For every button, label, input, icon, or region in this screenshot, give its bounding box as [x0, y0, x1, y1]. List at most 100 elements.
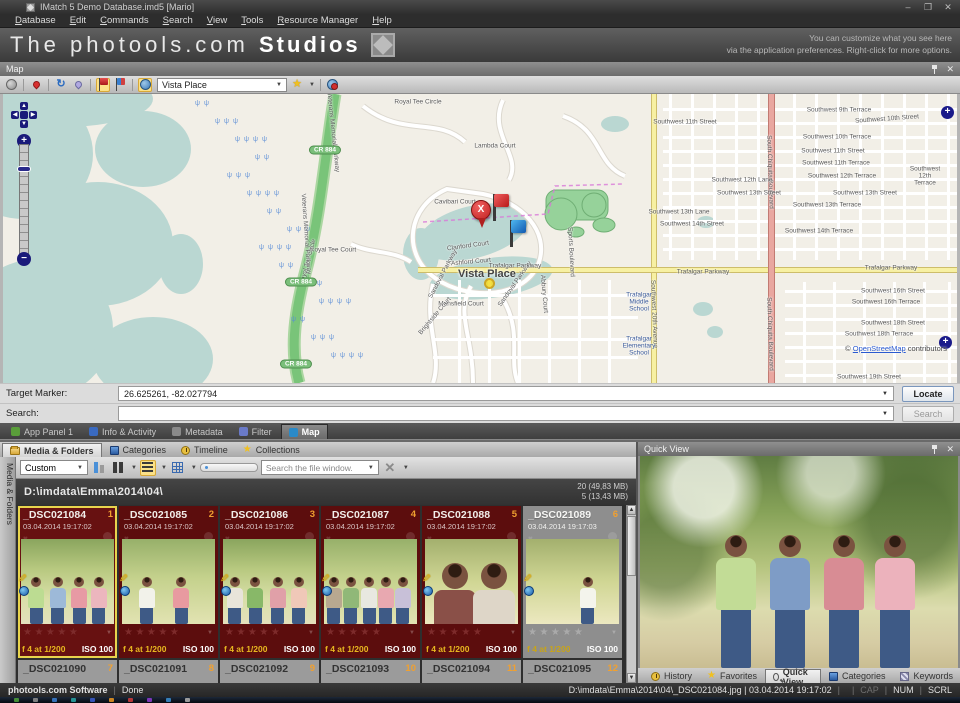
file-tab-media-folders[interactable]: Media & Folders: [2, 443, 102, 457]
thumbnail-_DSC021092[interactable]: _DSC021092 9: [220, 660, 319, 683]
pin-panel-icon[interactable]: [931, 64, 938, 74]
taskbar-app-icon[interactable]: [109, 698, 114, 702]
red-flag-marker[interactable]: [490, 194, 509, 222]
group-columns-icon[interactable]: [110, 460, 126, 476]
zoom-handle[interactable]: [17, 166, 31, 172]
rating-stars[interactable]: ★★★★★: [326, 627, 383, 638]
close-panel-icon[interactable]: ✕: [946, 64, 954, 75]
map-canvas[interactable]: ψψ ψψψ ψψψψ ψψ ψψψ ψψψψ ψψ ψψψ ψψψψ ψψ ψψψψ ψψ ψψψ ψψ…: [0, 94, 960, 383]
taskbar-app-icon[interactable]: [166, 698, 171, 702]
layout-dropdown-icon[interactable]: ▼: [161, 465, 167, 471]
scroll-down-icon[interactable]: ▼: [627, 673, 636, 683]
menu-resource-manager[interactable]: Resource Manager: [270, 15, 365, 26]
media-folders-side-tab[interactable]: Media & Folders: [0, 457, 16, 683]
scrollbar-thumb[interactable]: [627, 516, 636, 576]
qv-tab-keywords[interactable]: Keywords: [893, 669, 960, 683]
view-preset-combo[interactable]: Custom ▼: [20, 460, 88, 475]
vertical-scrollbar[interactable]: ▲ ▼: [626, 505, 636, 683]
qv-pin-icon[interactable]: [931, 444, 938, 454]
map-search-button[interactable]: Search: [902, 405, 954, 422]
rating-dropdown-icon[interactable]: ▼: [207, 630, 213, 636]
show-markers-icon[interactable]: [96, 77, 110, 92]
thumbnail-_DSC021086[interactable]: _DSC021086303.04.2014 19:17:02♥✎★★★★★▼f …: [220, 506, 319, 658]
windows-taskbar[interactable]: [0, 697, 960, 703]
menu-commands[interactable]: Commands: [93, 15, 156, 26]
grid-layout-icon[interactable]: [170, 460, 186, 476]
thumbnail-_DSC021093[interactable]: _DSC021093 10: [321, 660, 420, 683]
taskbar-app-icon[interactable]: [90, 698, 95, 702]
taskbar-app-icon[interactable]: [52, 698, 57, 702]
folder-path[interactable]: D:\imdata\Emma\2014\04\: [24, 486, 577, 498]
menu-help[interactable]: Help: [365, 15, 399, 26]
search-options-icon[interactable]: ▼: [403, 465, 409, 471]
map-settings-icon[interactable]: [4, 78, 18, 92]
qv-tab-favorites[interactable]: ★ Favorites: [700, 669, 764, 683]
thumbnail-_DSC021085[interactable]: _DSC021085203.04.2014 19:17:02♥✎★★★★★▼f …: [119, 506, 218, 658]
taskbar-app-icon[interactable]: [128, 698, 133, 702]
qv-close-icon[interactable]: ✕: [946, 444, 954, 455]
menu-database[interactable]: Database: [8, 15, 63, 26]
list-layout-icon[interactable]: [139, 459, 156, 476]
menu-search[interactable]: Search: [156, 15, 200, 26]
dock-tab-app-panel-1[interactable]: App Panel 1: [4, 424, 80, 439]
rating-dropdown-icon[interactable]: ▼: [409, 630, 415, 636]
add-marker-icon[interactable]: [29, 78, 43, 92]
dock-tab-metadata[interactable]: Metadata: [165, 424, 230, 439]
menu-edit[interactable]: Edit: [63, 15, 93, 26]
show-all-markers-icon[interactable]: [113, 78, 127, 92]
qv-tab-categories[interactable]: Categories: [822, 669, 893, 683]
sync-map-icon[interactable]: ↻: [54, 78, 68, 92]
map-compass[interactable]: ▲ ▼ ◀ ▶: [11, 102, 37, 128]
thumbnail-size-slider[interactable]: [199, 463, 258, 472]
clear-search-icon[interactable]: ✕: [382, 460, 398, 476]
location-combo[interactable]: Vista Place ▼: [157, 77, 287, 92]
minimize-button[interactable]: –: [900, 2, 916, 12]
thumbnail-_DSC021087[interactable]: _DSC021087403.04.2014 19:17:02♥✎★★★★★▼f …: [321, 506, 420, 658]
geotag-icon[interactable]: [326, 78, 340, 92]
map-search-input[interactable]: ▼: [118, 406, 894, 421]
thumbnail-_DSC021088[interactable]: _DSC021088503.04.2014 19:17:02♥✎★★★★★▼f …: [422, 506, 521, 658]
dock-tab-map[interactable]: Map: [280, 424, 328, 439]
taskbar-app-icon[interactable]: [33, 698, 38, 702]
osm-link[interactable]: OpenStreetMap: [853, 344, 906, 353]
thumbnail-_DSC021084[interactable]: _DSC021084103.04.2014 19:17:02♥✎★★★★★▼f …: [18, 506, 117, 658]
file-search-input[interactable]: Search the file window. ▼: [260, 460, 379, 475]
thumbnail-_DSC021090[interactable]: _DSC021090 7: [18, 660, 117, 683]
restore-button[interactable]: ❐: [920, 2, 936, 13]
menu-view[interactable]: View: [200, 15, 234, 26]
taskbar-app-icon[interactable]: [14, 698, 19, 702]
rating-dropdown-icon[interactable]: ▼: [308, 630, 314, 636]
map-provider-icon[interactable]: [138, 77, 152, 92]
qv-tab-quick-view[interactable]: Quick View: [765, 667, 821, 687]
menu-tools[interactable]: Tools: [234, 15, 270, 26]
target-x-marker[interactable]: X: [471, 200, 491, 228]
dock-tab-info-activity[interactable]: Info & Activity: [82, 424, 163, 439]
sort-icon[interactable]: [91, 460, 107, 476]
pin-location-icon[interactable]: [71, 78, 85, 92]
yellow-dot-marker[interactable]: [484, 278, 495, 289]
rating-dropdown-icon[interactable]: ▼: [510, 630, 516, 636]
taskbar-app-icon[interactable]: [147, 698, 152, 702]
taskbar-app-icon[interactable]: [185, 698, 190, 702]
favorites-dropdown-icon[interactable]: ▼: [309, 82, 315, 88]
thumbnail-_DSC021089[interactable]: _DSC021089603.04.2014 19:17:03♥✎★★★★★▼f …: [523, 506, 622, 658]
thumbnail-_DSC021091[interactable]: _DSC021091 8: [119, 660, 218, 683]
file-tab-categories[interactable]: Categories: [103, 443, 174, 457]
map-zoom-slider[interactable]: + −: [17, 134, 31, 266]
grid-dropdown-icon[interactable]: ▼: [191, 465, 197, 471]
rating-stars[interactable]: ★★★★★: [427, 627, 484, 638]
quick-view-image[interactable]: [640, 456, 958, 668]
dock-tab-filter[interactable]: Filter: [232, 424, 279, 439]
group-dropdown-icon[interactable]: ▼: [131, 465, 137, 471]
target-marker-input[interactable]: 26.625261, -82.027794 ▼: [118, 386, 894, 401]
thumbnail-_DSC021095[interactable]: _DSC021095 12: [523, 660, 622, 683]
qv-tab-history[interactable]: History: [644, 669, 699, 683]
thumbnail-_DSC021094[interactable]: _DSC021094 11: [422, 660, 521, 683]
pan-right-button[interactable]: +: [941, 106, 954, 119]
rating-stars[interactable]: ★★★★★: [225, 627, 282, 638]
scroll-up-icon[interactable]: ▲: [627, 505, 636, 515]
rating-dropdown-icon[interactable]: ▼: [106, 630, 112, 636]
locate-button[interactable]: Locate: [902, 385, 954, 402]
close-button[interactable]: ✕: [940, 2, 956, 13]
favorites-icon[interactable]: ★: [290, 78, 304, 92]
